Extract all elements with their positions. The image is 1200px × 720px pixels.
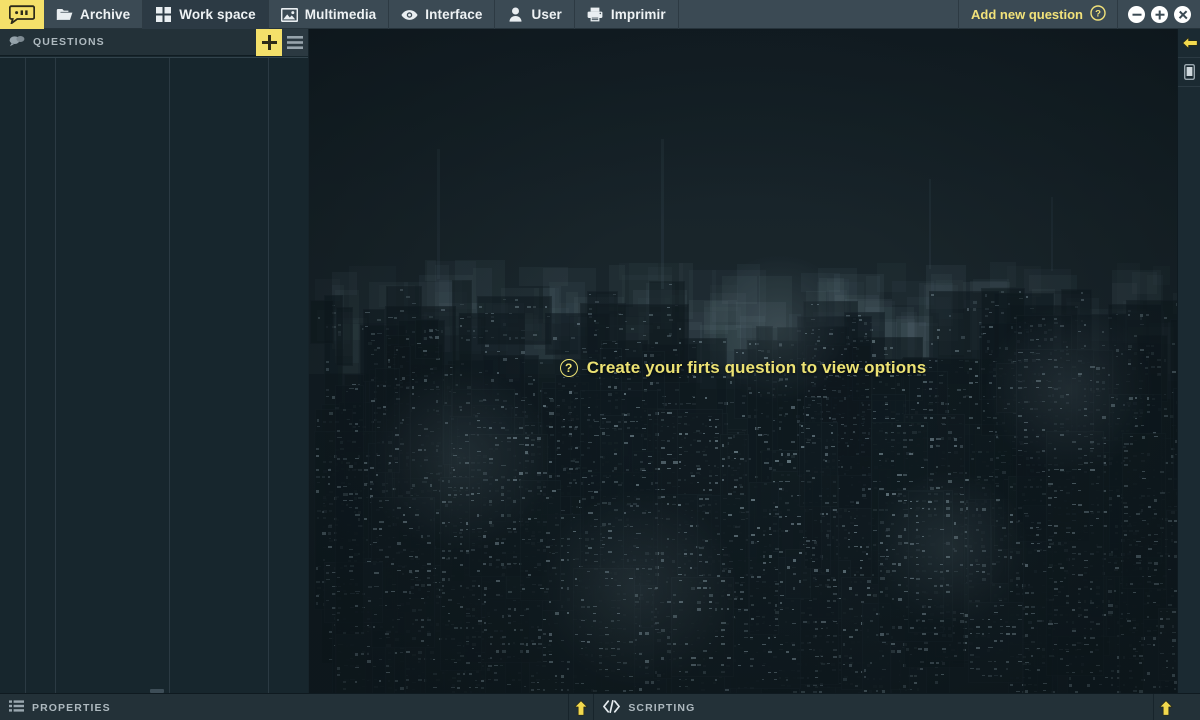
minimize-button[interactable] bbox=[1128, 6, 1145, 23]
tab-label: Multimedia bbox=[305, 7, 377, 22]
column-rule bbox=[25, 58, 26, 693]
column-rule bbox=[55, 58, 56, 693]
speech-bubble-logo-icon bbox=[9, 5, 35, 24]
speech-bubbles-icon bbox=[9, 35, 25, 50]
tab-imprimir[interactable]: Imprimir bbox=[575, 0, 679, 29]
questions-menu-button[interactable] bbox=[282, 29, 308, 56]
add-question-button[interactable] bbox=[256, 29, 282, 56]
eye-icon bbox=[401, 6, 418, 23]
plus-icon bbox=[262, 35, 277, 50]
grid-squares-icon bbox=[155, 6, 172, 23]
add-new-question-label: Add new question bbox=[971, 7, 1083, 22]
tab-work-space[interactable]: Work space bbox=[143, 0, 269, 29]
question-mark-circle-icon[interactable]: ? bbox=[1090, 5, 1106, 24]
hamburger-menu-icon bbox=[287, 36, 303, 49]
questions-panel-header: QUESTIONS bbox=[0, 29, 308, 56]
folder-icon bbox=[56, 6, 73, 23]
image-icon bbox=[281, 6, 298, 23]
tab-label: Archive bbox=[80, 7, 130, 22]
tab-label: User bbox=[531, 7, 561, 22]
add-new-question-button[interactable]: Add new question ? bbox=[958, 0, 1117, 29]
tab-label: Work space bbox=[179, 7, 256, 22]
tab-user[interactable]: User bbox=[495, 0, 574, 29]
topbar-spacer bbox=[679, 0, 958, 28]
close-button[interactable] bbox=[1174, 6, 1191, 23]
tab-label: Imprimir bbox=[611, 7, 666, 22]
column-rule bbox=[169, 58, 170, 693]
questions-panel: QUESTIONS bbox=[0, 29, 308, 693]
app-logo[interactable] bbox=[0, 0, 44, 29]
column-rule bbox=[268, 58, 269, 693]
questions-list[interactable] bbox=[0, 57, 308, 693]
top-navigation-bar: Archive Work space Multimedia Interface bbox=[0, 0, 1200, 29]
application-window: Archive Work space Multimedia Interface bbox=[0, 0, 1200, 720]
tab-label: Interface bbox=[425, 7, 482, 22]
printer-icon bbox=[587, 6, 604, 23]
window-controls bbox=[1117, 0, 1200, 29]
maximize-button[interactable] bbox=[1151, 6, 1168, 23]
tab-interface[interactable]: Interface bbox=[389, 0, 495, 29]
questions-panel-title: QUESTIONS bbox=[33, 36, 105, 48]
tab-archive[interactable]: Archive bbox=[44, 0, 143, 29]
person-icon bbox=[507, 6, 524, 23]
questions-title-group: QUESTIONS bbox=[0, 35, 105, 50]
workspace-canvas[interactable]: ? Create your firts question to view opt… bbox=[309, 29, 1177, 693]
tab-multimedia[interactable]: Multimedia bbox=[269, 0, 390, 29]
